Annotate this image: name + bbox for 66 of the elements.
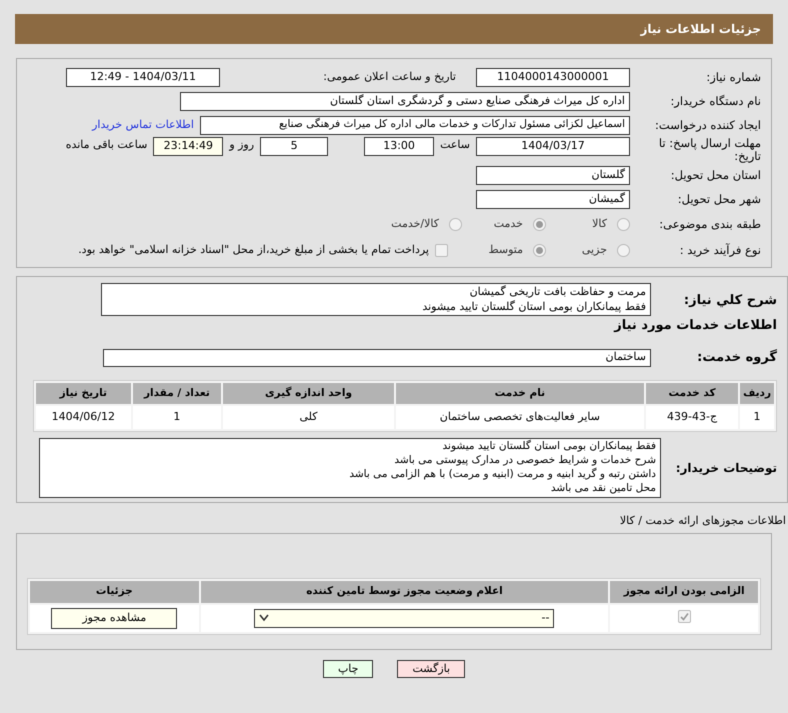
column-header: کد خدمت [646, 382, 738, 404]
table-cell: کلی [223, 406, 394, 429]
payment-note: پرداخت تمام یا بخشی از مبلغ خرید،از محل "اسناد خزانه اسلامی" خواهد بود. [78, 242, 429, 258]
column-header: نام خدمت [396, 382, 644, 404]
field-label: توضیحات خریدار: [677, 460, 777, 477]
radio-label: متوسط [488, 242, 523, 258]
radio-button[interactable] [617, 244, 630, 256]
field-label: طبقه بندی موضوعی: [658, 218, 761, 230]
page-title: جزئیات اطلاعات نیاز [640, 21, 761, 38]
announce-date-field[interactable]: 1404/03/11 - 12:49 [66, 68, 220, 86]
radio-button[interactable] [449, 218, 462, 230]
radio-label: خدمت [494, 216, 523, 232]
radio-button[interactable] [617, 218, 630, 230]
contact-link[interactable]: اطلاعات تماس خریدار [92, 116, 194, 134]
caret-icon [259, 614, 270, 622]
field-label: استان محل تحویل: [670, 168, 761, 182]
service-group-field[interactable]: ساختمان [103, 348, 651, 366]
section-title: اطلاعات خدمات مورد نیاز [612, 317, 777, 335]
field-label: ساعت باقی مانده [66, 137, 148, 153]
creator-field[interactable]: اسماعیل لکزائی مسئول تداركات و خدمات مالی اداره کل میراث فرهنگی صنایع [200, 116, 630, 134]
field-label: روز و [229, 137, 254, 153]
select-value: -- [542, 610, 550, 626]
print-button[interactable]: چاپ [322, 660, 374, 678]
radio-label: جزیی [582, 242, 607, 258]
column-header: جزئیات [30, 581, 199, 603]
field-label: گروه خدمت: [696, 348, 777, 367]
column-header: واحد اندازه گیری [223, 382, 394, 404]
days-field[interactable]: 5 [260, 137, 328, 156]
field-label: ساعت [440, 137, 470, 153]
notes-textarea[interactable]: فقط پیمانکاران بومی استان گلستان تایید میشوند شرح خدمات و شرایط خصوصی در مدارک پیوستی می باشد داشتن رتبه و گرید ابنیه و مرمت (ابنیه و مرمت) با هم الزامی می باشد محل تامین نقد می باشد [39, 438, 661, 498]
column-header: ردیف [740, 382, 774, 404]
radio-button[interactable] [533, 218, 546, 230]
field-label: نام دستگاه خریدار: [669, 94, 761, 108]
field-label: شرح کلي نياز: [682, 292, 777, 310]
deadline-date-field[interactable]: 1404/03/17 [476, 137, 630, 156]
status-select[interactable]: -- [254, 608, 554, 628]
deadline-time-field[interactable]: 13:00 [364, 137, 434, 156]
radio-label: کالا [592, 216, 607, 232]
buyer-field[interactable]: اداره کل میراث فرهنگی صنایع دستی و گردشگری استان گلستان [180, 92, 630, 110]
city-field[interactable]: گمیشان [476, 190, 630, 208]
section-title: اطلاعات مجوزهای ارائه خدمت / کالا [618, 512, 786, 529]
column-header: اعلام وضعیت مجوز توسط تامین کننده [200, 581, 608, 603]
province-field[interactable]: گلستان [476, 166, 630, 184]
table-cell: ج-43-439 [646, 406, 738, 429]
view-permit-button[interactable]: مشاهده مجوز [51, 608, 178, 628]
field-label: ایجاد کننده درخواست: [654, 118, 761, 132]
column-header: تاریخ نیاز [36, 382, 131, 404]
remaining-time-field[interactable]: 23:14:49 [153, 137, 224, 156]
back-button[interactable]: بازگشت [397, 660, 466, 678]
radio-button[interactable] [533, 244, 546, 256]
column-header: الزامی بودن ارائه مجوز [610, 581, 758, 603]
need-number-field[interactable]: 1104000143000001 [476, 68, 630, 86]
field-label: تاریخ و ساعت اعلان عمومی: [322, 68, 456, 85]
summary-textarea[interactable]: مرمت و حفاظت بافت تاریخی گمیشان فقط پیمانکاران بومی استان گلستان تایید میشوند [101, 283, 651, 316]
payment-checkbox[interactable] [435, 244, 448, 256]
field-label: شماره نیاز: [705, 70, 761, 84]
table-cell: سایر فعالیت‌های تخصصی ساختمان [396, 406, 644, 429]
field-label: نوع فرآیند خرید : [678, 244, 761, 256]
column-header: تعداد / مقدار [132, 382, 222, 404]
table-cell: 1404/06/12 [36, 406, 131, 429]
table-cell: 1 [740, 406, 774, 429]
field-label: مهلت ارسال پاسخ: تا تاریخ: [658, 137, 761, 163]
required-checkbox[interactable] [678, 610, 691, 623]
table-cell: 1 [132, 406, 222, 429]
radio-label: کالا/خدمت [391, 216, 439, 232]
field-label: شهر محل تحویل: [676, 192, 761, 206]
